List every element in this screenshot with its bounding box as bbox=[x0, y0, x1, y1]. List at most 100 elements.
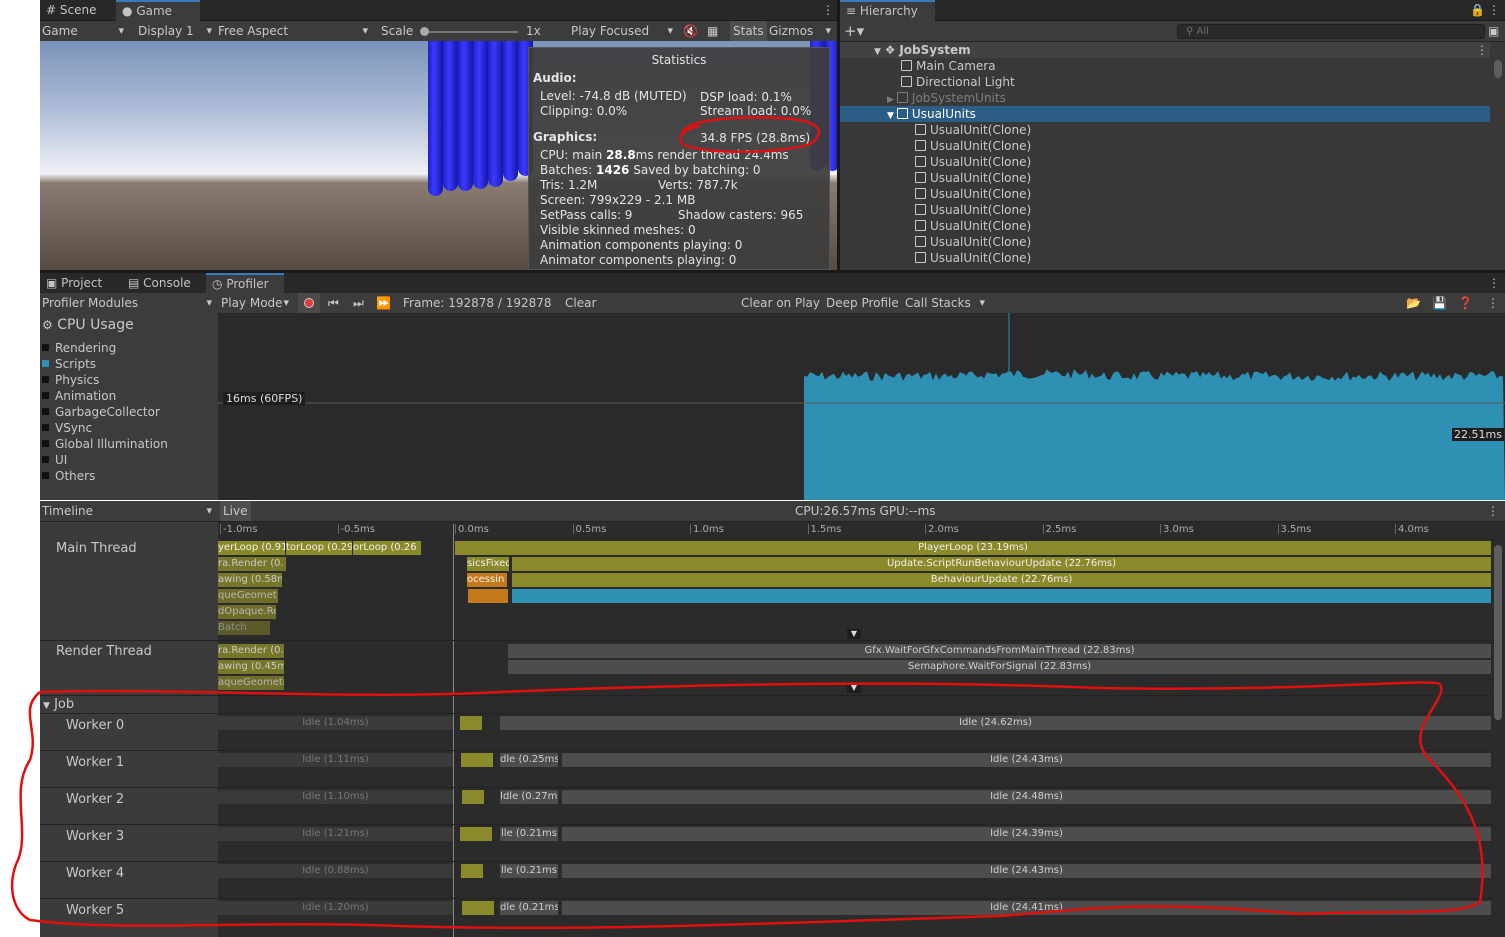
job-group-header[interactable]: ▼ Job bbox=[40, 696, 218, 713]
worker-short-idle-bar[interactable]: lle (0.21ms bbox=[500, 864, 558, 878]
hierarchy-item[interactable]: UsualUnit(Clone) bbox=[840, 234, 1490, 250]
timeline-scrollbar[interactable] bbox=[1494, 545, 1502, 720]
expand-arrow-icon[interactable]: ▼ bbox=[887, 111, 894, 121]
cpu-category-rendering[interactable]: Rendering bbox=[42, 340, 253, 356]
hierarchy-search-input[interactable]: ⚲ All bbox=[1177, 24, 1485, 39]
mute-audio-icon[interactable]: 🔇 bbox=[683, 21, 701, 41]
orange-detail-bar[interactable] bbox=[468, 589, 508, 603]
worker-prev-idle-bar[interactable]: Idle (1.10ms) bbox=[218, 790, 453, 804]
game-view-dropdown[interactable]: Game bbox=[42, 21, 128, 41]
player-loop-bar[interactable]: PlayerLoop (23.19ms) bbox=[455, 541, 1491, 555]
stats-button[interactable]: Stats bbox=[730, 21, 767, 41]
worker-short-idle-bar[interactable]: dle (0.21ms bbox=[500, 901, 558, 915]
expand-arrow-icon[interactable]: ▼ bbox=[43, 701, 50, 711]
cpu-category-animation[interactable]: Animation bbox=[42, 388, 253, 404]
cpu-category-others[interactable]: Others bbox=[42, 468, 253, 484]
worker-job-bar[interactable] bbox=[462, 901, 494, 915]
category-color-swatch[interactable] bbox=[42, 456, 49, 463]
tab-scene[interactable]: # Scene bbox=[40, 0, 104, 21]
profiler-modules-dropdown[interactable]: Profiler Modules bbox=[42, 293, 216, 313]
worker-short-idle-bar[interactable]: lle (0.21ms bbox=[500, 827, 558, 841]
worker-idle-bar[interactable]: Idle (24.43ms) bbox=[562, 864, 1491, 878]
prev-frame-bar[interactable]: torLoop (0.29 bbox=[286, 541, 352, 555]
cpu-category-physics[interactable]: Physics bbox=[42, 372, 253, 388]
processing-bar[interactable]: ocessin bbox=[467, 573, 507, 587]
hierarchy-item[interactable]: UsualUnit(Clone) bbox=[840, 202, 1490, 218]
tab-profiler[interactable]: ◷ Profiler bbox=[206, 273, 284, 294]
hierarchy-item[interactable]: UsualUnit(Clone) bbox=[840, 138, 1490, 154]
deep-profile-button[interactable]: Deep Profile bbox=[826, 293, 899, 313]
behaviour-update-bar[interactable]: BehaviourUpdate (22.76ms) bbox=[512, 573, 1491, 587]
hierarchy-item[interactable]: UsualUnit(Clone) bbox=[840, 250, 1490, 266]
live-button[interactable]: Live bbox=[220, 501, 251, 521]
scale-slider[interactable] bbox=[420, 27, 518, 36]
hierarchy-scene-root[interactable]: ▼ ❖ JobSystem ⋮ bbox=[840, 42, 1490, 58]
hierarchy-item[interactable]: Main Camera bbox=[840, 58, 1490, 74]
expand-arrow-icon[interactable]: ▶ bbox=[887, 95, 894, 105]
worker-short-idle-bar[interactable]: Idle (0.27ms) bbox=[500, 790, 558, 804]
cpu-category-garbagecollector[interactable]: GarbageCollector bbox=[42, 404, 253, 420]
worker-prev-idle-bar[interactable]: Idle (1.11ms) bbox=[218, 753, 453, 767]
more-menu-icon[interactable]: ⋮ bbox=[1482, 273, 1505, 294]
category-color-swatch[interactable] bbox=[42, 344, 49, 351]
clear-button[interactable]: Clear bbox=[565, 293, 596, 313]
tab-console[interactable]: ▤ Console bbox=[122, 273, 199, 294]
prev-frame-bar[interactable]: awing (0.58n bbox=[218, 573, 282, 587]
cpu-module-legend[interactable]: ⚙ CPU Usage Rendering Scripts Physics Anima… bbox=[40, 313, 253, 500]
worker-prev-idle-bar[interactable]: Idle (1.21ms) bbox=[218, 827, 453, 841]
hierarchy-item[interactable]: Directional Light bbox=[840, 74, 1490, 90]
worker-job-bar[interactable] bbox=[461, 753, 493, 767]
prev-frame-bar[interactable]: ra.Render (0. bbox=[218, 557, 286, 571]
category-color-swatch[interactable] bbox=[42, 440, 49, 447]
save-icon[interactable]: 💾 bbox=[1432, 293, 1447, 313]
expand-arrow-icon[interactable]: ▼ bbox=[874, 47, 881, 57]
load-icon[interactable]: 📂 bbox=[1406, 293, 1421, 313]
cpu-category-global-illumination[interactable]: Global Illumination bbox=[42, 436, 253, 452]
script-run-behaviour-update-bar[interactable]: Update.ScriptRunBehaviourUpdate (22.76ms… bbox=[512, 557, 1491, 571]
hierarchy-item[interactable]: UsualUnit(Clone) bbox=[840, 218, 1490, 234]
next-frame-icon[interactable]: ⏭ bbox=[353, 293, 364, 313]
worker-job-bar[interactable] bbox=[461, 864, 483, 878]
worker-prev-idle-bar[interactable]: Idle (1.20ms) bbox=[218, 901, 453, 915]
scene-visibility-icon[interactable]: ▣ bbox=[1488, 21, 1499, 41]
semaphore-wait-bar[interactable]: Semaphore.WaitForSignal (22.83ms) bbox=[508, 660, 1491, 674]
prev-frame-bar[interactable]: dOpaque.Re bbox=[218, 605, 276, 619]
category-color-swatch[interactable] bbox=[42, 360, 49, 367]
worker-idle-bar[interactable]: Idle (24.43ms) bbox=[562, 753, 1491, 767]
category-color-swatch[interactable] bbox=[42, 408, 49, 415]
prev-frame-bar[interactable]: queGeomet bbox=[218, 589, 278, 603]
hierarchy-scrollbar[interactable] bbox=[1494, 60, 1502, 78]
hierarchy-item[interactable]: ▶ JobSystemUnits bbox=[840, 90, 1490, 106]
physics-fixed-bar[interactable]: sicsFixed bbox=[467, 557, 509, 571]
worker-job-bar[interactable] bbox=[462, 790, 484, 804]
scripts-segment-bar[interactable] bbox=[512, 589, 1491, 603]
more-menu-icon[interactable]: ⋮ bbox=[1487, 293, 1499, 313]
worker-prev-idle-bar[interactable]: Idle (1.04ms) bbox=[218, 716, 453, 730]
create-button[interactable]: +▾ bbox=[844, 21, 864, 41]
hierarchy-item[interactable]: UsualUnit(Clone) bbox=[840, 154, 1490, 170]
worker-job-bar[interactable] bbox=[460, 716, 482, 730]
cpu-usage-chart[interactable]: 16ms (60FPS) 22.51ms bbox=[218, 313, 1505, 500]
prev-frame-icon[interactable]: ⏮ bbox=[328, 293, 339, 313]
collapse-icon[interactable]: ▼ bbox=[847, 629, 861, 639]
help-icon[interactable]: ❓ bbox=[1458, 293, 1473, 313]
grid-icon[interactable]: ▦ bbox=[707, 21, 725, 41]
category-color-swatch[interactable] bbox=[42, 376, 49, 383]
worker-idle-bar[interactable]: Idle (24.41ms) bbox=[562, 901, 1491, 915]
tab-project[interactable]: ▣ Project bbox=[40, 273, 110, 294]
worker-idle-bar[interactable]: Idle (24.62ms) bbox=[500, 716, 1491, 730]
prev-frame-bar[interactable]: Batch bbox=[218, 621, 270, 635]
prev-frame-bar[interactable]: orLoop (0.26 bbox=[353, 541, 421, 555]
more-menu-icon[interactable]: ⋮ bbox=[1482, 0, 1505, 21]
worker-prev-idle-bar[interactable]: Idle (0.88ms) bbox=[218, 864, 453, 878]
hierarchy-item[interactable]: UsualUnit(Clone) bbox=[840, 170, 1490, 186]
render-prev-bar[interactable]: ra.Render (0. bbox=[218, 644, 284, 658]
play-focused-dropdown[interactable]: Play Focused bbox=[571, 21, 677, 41]
more-menu-icon[interactable]: ⋮ bbox=[1476, 42, 1488, 58]
display-dropdown[interactable]: Display 1 bbox=[138, 21, 216, 41]
gfx-wait-bar[interactable]: Gfx.WaitForGfxCommandsFromMainThread (22… bbox=[508, 644, 1491, 658]
worker-job-bar[interactable] bbox=[460, 827, 492, 841]
category-color-swatch[interactable] bbox=[42, 424, 49, 431]
tab-hierarchy[interactable]: ≡ Hierarchy bbox=[840, 0, 935, 21]
cpu-category-vsync[interactable]: VSync bbox=[42, 420, 253, 436]
